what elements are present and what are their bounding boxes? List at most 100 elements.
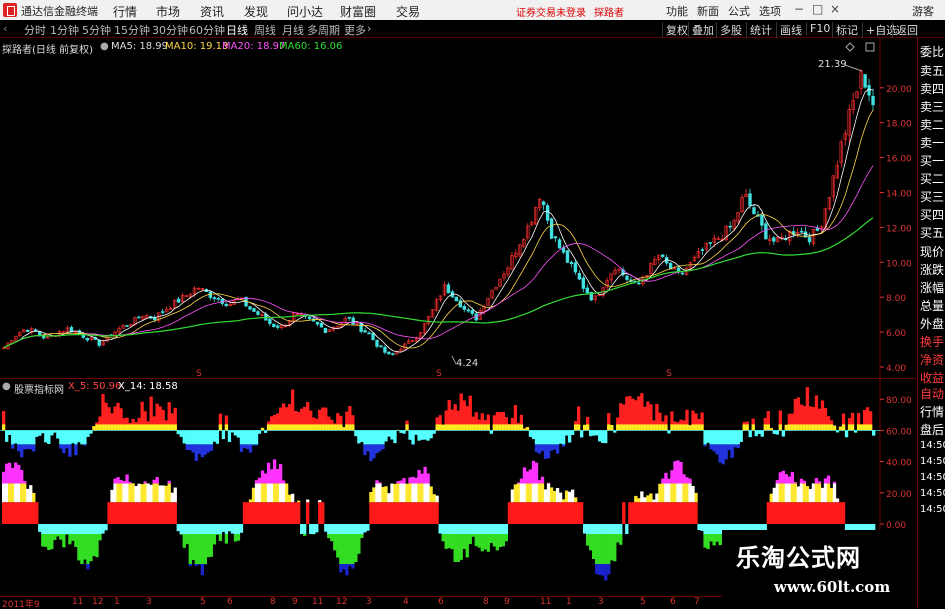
period-5min[interactable]: 5分钟 (82, 22, 111, 38)
ind-bar-lightcyan (498, 524, 503, 534)
ind-bar-blue (20, 444, 24, 458)
period-15min[interactable]: 15分钟 (114, 22, 150, 38)
ind-bar-yellow (429, 486, 433, 503)
ind-bar-red (832, 502, 837, 524)
ind-bar-green (224, 534, 229, 544)
indicator-settings-icon[interactable]: ● (2, 381, 11, 392)
stat-outer: 外盘 (920, 317, 945, 331)
ind-bar-blue (194, 444, 198, 461)
ind-bar-yellow (694, 492, 698, 503)
tool-stats[interactable]: 统计 (746, 22, 772, 38)
ind-bar-lightcyan (613, 524, 617, 534)
tool-fuquan[interactable]: 复权 (662, 22, 688, 38)
ind-bar-lightcyan (56, 524, 60, 534)
settings-circle-icon[interactable]: ● (100, 41, 109, 52)
ind-bar-green (489, 534, 493, 543)
ind-bar-cyan (50, 430, 54, 436)
ind-bar-green (236, 534, 241, 541)
ind-bar-cyan (41, 430, 45, 434)
period-monthly[interactable]: 月线 (282, 22, 304, 38)
tab-auto[interactable]: 自动 (920, 385, 944, 402)
menu-faxian[interactable]: 发现 (244, 3, 268, 20)
period-weekly[interactable]: 周线 (254, 22, 276, 38)
candle-body (799, 230, 804, 233)
candle-body (125, 325, 129, 327)
period-60min[interactable]: 60分钟 (189, 22, 225, 38)
period-fenshi[interactable]: 分时 (24, 22, 46, 38)
tab-after-hours[interactable]: 盘后 (920, 421, 944, 438)
candle-body (700, 249, 705, 251)
period-30min[interactable]: 30分钟 (152, 22, 188, 38)
ind-bar-magenta (119, 479, 123, 484)
ind-bar-red (558, 502, 563, 524)
ind-bar-lightcyan (92, 524, 96, 534)
new-page-button[interactable]: 新面 (697, 3, 719, 19)
close-icon[interactable]: × (830, 2, 840, 16)
ind-bar-cyan (748, 430, 752, 438)
ind-bar-yellow (799, 483, 804, 503)
tool-overlay[interactable]: 叠加 (688, 22, 714, 38)
ind-bar-lightcyan (616, 524, 620, 534)
ind-bar-lightcyan (315, 524, 319, 533)
maximize-icon[interactable]: □ (812, 2, 823, 16)
menu-hangqing[interactable]: 行情 (113, 3, 137, 20)
ind-bar-cyan (739, 430, 743, 442)
price-chart-panel[interactable]: 20.00 18.00 16.00 14.00 12.00 10.00 8.00 6.00 4.… (0, 38, 917, 379)
ind-bar-green (604, 534, 608, 564)
candle-body (137, 316, 141, 319)
trade-login-warning[interactable]: 证券交易未登录 (516, 4, 586, 19)
ind-bar-magenta (11, 467, 15, 484)
ind-bar-yellow-top (435, 424, 439, 431)
panel-maximize-icon[interactable] (865, 42, 875, 52)
diamond-icon[interactable] (845, 42, 855, 52)
ind-bar-yellow-top (507, 424, 512, 431)
ind-bar-yellow-top (453, 424, 457, 431)
tool-draw[interactable]: 画线 (776, 22, 802, 38)
period-more[interactable]: 更多 (344, 22, 366, 38)
ind-bar-yellow (835, 498, 840, 503)
formula-button[interactable]: 公式 (728, 3, 750, 19)
options-button[interactable]: 选项 (759, 3, 781, 19)
tool-multistock[interactable]: 多股 (716, 22, 742, 38)
ind-bar-lightcyan (68, 524, 72, 534)
menu-jiaoyi[interactable]: 交易 (396, 3, 420, 20)
ind-bar-cyan (194, 430, 198, 445)
period-daily[interactable]: 日线 (226, 22, 248, 38)
ind-bar-green (92, 534, 96, 556)
ind-bar-red (534, 502, 539, 524)
chevron-left-icon[interactable]: ‹ (3, 22, 7, 35)
ind-bar-yellow-top (474, 424, 478, 431)
ind-bar-yellow-top (679, 424, 683, 431)
tool-f10[interactable]: F10 (806, 22, 830, 35)
ind-bar-red (573, 502, 578, 524)
period-1min[interactable]: 1分钟 (50, 22, 79, 38)
menu-zixun[interactable]: 资讯 (200, 3, 224, 20)
ind-bar-lightcyan (348, 524, 352, 534)
chevron-right-icon[interactable]: › (367, 22, 371, 35)
menu-caifuquan[interactable]: 财富圈 (340, 3, 376, 20)
tool-mark[interactable]: 标记 (832, 22, 858, 38)
ind-bar-yellow (561, 499, 566, 503)
app-title: 通达信金融终端 (21, 5, 98, 18)
tab-quote[interactable]: 行情 (920, 403, 944, 420)
ind-bar-yellow-top (456, 424, 460, 431)
tool-back[interactable]: 返回 (892, 22, 918, 38)
ind-bar-cyan (215, 430, 220, 444)
menu-shichang[interactable]: 市场 (156, 3, 180, 20)
menu-wenxiaoda[interactable]: 问小达 (287, 3, 323, 20)
ind-bar-yellow-top (441, 424, 445, 431)
func-button[interactable]: 功能 (666, 3, 688, 19)
ind-bar-magenta (417, 469, 421, 484)
ind-bar-red (799, 502, 804, 524)
ind-bar-yellow-top (814, 424, 819, 431)
ind-bar-red (781, 502, 785, 524)
minimize-icon[interactable]: − (794, 2, 804, 16)
ind-bar-yellow (158, 485, 162, 503)
ind-bar-lightcyan (101, 524, 105, 534)
period-multi[interactable]: 多周期 (307, 22, 340, 38)
ind-bar-yellow-top (300, 424, 304, 431)
price-chart[interactable]: 20.00 18.00 16.00 14.00 12.00 10.00 8.00 6.00 4.… (0, 38, 917, 379)
guest-label[interactable]: 游客 (912, 3, 934, 19)
ind-bar-yellow-top (576, 424, 581, 431)
ind-bar-yellow (823, 483, 828, 503)
